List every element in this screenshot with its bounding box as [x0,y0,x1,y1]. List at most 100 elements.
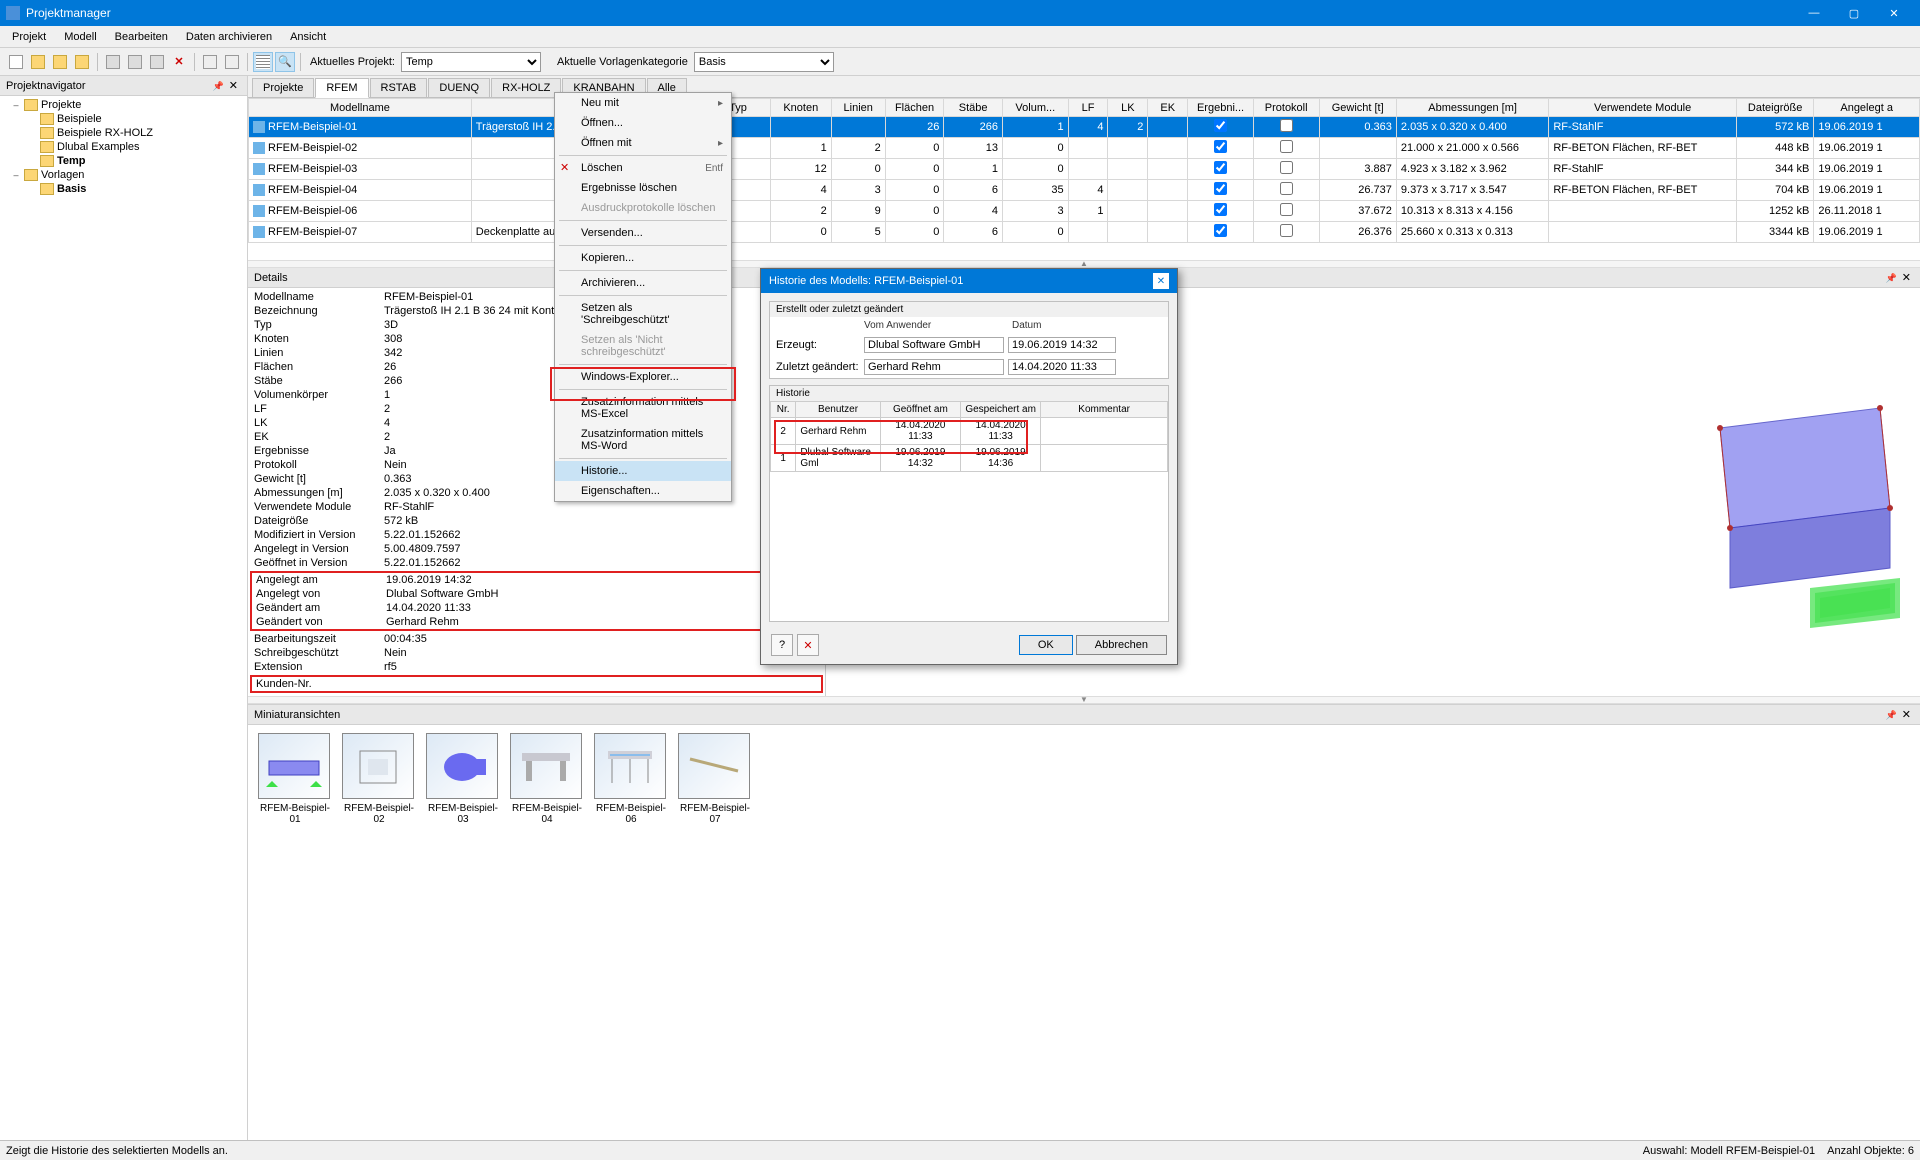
pin-icon[interactable]: 📌 [1884,273,1899,283]
menu-item[interactable]: Öffnen mit▸ [555,133,731,153]
modified-user-field [864,359,1004,375]
thumbnail[interactable]: RFEM-Beispiel-03 [426,733,500,825]
open-folder-button[interactable] [28,52,48,72]
project-tree[interactable]: –ProjekteBeispieleBeispiele RX-HOLZDluba… [0,96,247,1140]
thumbnail[interactable]: RFEM-Beispiel-06 [594,733,668,825]
menu-item[interactable]: Kopieren... [555,248,731,268]
tab-rfem[interactable]: RFEM [315,78,368,98]
new-button[interactable] [6,52,26,72]
close-button[interactable]: ✕ [1874,0,1914,26]
menu-item[interactable]: Zusatzinformation mittels MS-Word [555,424,731,456]
grid-header[interactable]: Gewicht [t] [1319,99,1396,117]
maximize-button[interactable]: ▢ [1834,0,1874,26]
menu-item[interactable]: Archivieren... [555,273,731,293]
menu-item[interactable]: Windows-Explorer... [555,367,731,387]
tree-node[interactable]: Basis [4,182,243,196]
grid-header[interactable]: Protokoll [1253,99,1319,117]
context-menu[interactable]: Neu mit▸Öffnen...Öffnen mit▸ ✕LöschenEntf… [554,92,732,502]
thumbnail[interactable]: RFEM-Beispiel-07 [678,733,752,825]
grid-header[interactable]: Verwendete Module [1549,99,1737,117]
preview-close-icon[interactable]: ✕ [1899,272,1914,284]
grid-header[interactable]: Linien [831,99,885,117]
tab-rstab[interactable]: RSTAB [370,78,428,97]
grid-header[interactable]: Volum... [1002,99,1068,117]
table-row[interactable]: RFEM-Beispiel-01Trägerstoß IH 2.1 B 36 2… [249,117,1920,138]
paste-button[interactable] [125,52,145,72]
minimize-button[interactable]: — [1794,0,1834,26]
grid-header[interactable]: Dateigröße [1736,99,1813,117]
menu-item[interactable]: Versenden... [555,223,731,243]
dialog-close-icon[interactable]: ✕ [1153,273,1169,289]
tree-node[interactable]: –Vorlagen [4,168,243,182]
table-row[interactable]: RFEM-Beispiel-04430635426.7379.373 x 3.7… [249,180,1920,201]
collapse-handle-top[interactable]: ▲ [248,260,1920,268]
grid-header[interactable]: Knoten [770,99,831,117]
menu-item[interactable]: Ergebnisse löschen [555,178,731,198]
menu-bearbeiten[interactable]: Bearbeiten [107,29,176,45]
preview-3d-view[interactable] [1690,388,1910,676]
tree-node[interactable]: Beispiele RX-HOLZ [4,126,243,140]
menu-projekt[interactable]: Projekt [4,29,54,45]
tree-node[interactable]: Temp [4,154,243,168]
menu-item[interactable]: Setzen als 'Schreibgeschützt' [555,298,731,330]
menu-item: Ausdruckprotokolle löschen [555,198,731,218]
table-row[interactable]: RFEM-Beispiel-0629043137.67210.313 x 8.3… [249,201,1920,222]
help-button[interactable]: ? [771,634,793,656]
grid-header[interactable]: Stäbe [944,99,1003,117]
pin-icon[interactable]: 📌 [211,81,226,91]
thumbnail[interactable]: RFEM-Beispiel-01 [258,733,332,825]
tree-node[interactable]: –Projekte [4,98,243,112]
grid-header[interactable]: LF [1068,99,1108,117]
current-project-select[interactable]: Temp [401,52,541,72]
template-category-select[interactable]: Basis [694,52,834,72]
collapse-handle-mid[interactable]: ▼ [248,696,1920,704]
thumbnail[interactable]: RFEM-Beispiel-04 [510,733,584,825]
grid-header[interactable]: EK [1148,99,1188,117]
thumbnail[interactable]: RFEM-Beispiel-02 [342,733,416,825]
thumbs-close-icon[interactable]: ✕ [1899,709,1914,721]
cancel-button[interactable]: Abbrechen [1076,635,1167,655]
grid-header[interactable]: Modellname [249,99,472,117]
grid-header[interactable]: Angelegt a [1814,99,1920,117]
history-table[interactable]: Nr.BenutzerGeöffnet amGespeichert amKomm… [770,401,1168,472]
folder2-button[interactable] [50,52,70,72]
menu-item[interactable]: Eigenschaften... [555,481,731,501]
view-search-button[interactable]: 🔍 [275,52,295,72]
dialog-titlebar[interactable]: Historie des Modells: RFEM-Beispiel-01 ✕ [761,269,1177,293]
tab-projekte[interactable]: Projekte [252,78,314,97]
history-row[interactable]: 1Dlubal Software Gml19.06.2019 14:3219.0… [771,445,1168,472]
ok-button[interactable]: OK [1019,635,1073,655]
thumbnails-title: Miniaturansichten [254,709,340,721]
copy-button[interactable] [103,52,123,72]
menu-item[interactable]: ✕LöschenEntf [555,158,731,178]
history-row[interactable]: 2Gerhard Rehm14.04.2020 11:3314.04.2020 … [771,418,1168,445]
menu-item[interactable]: Zusatzinformation mittels MS-Excel [555,392,731,424]
delete-button[interactable]: ✕ [169,52,189,72]
delete-history-button[interactable]: ✕ [797,634,819,656]
menu-ansicht[interactable]: Ansicht [282,29,334,45]
grid-header[interactable]: Abmessungen [m] [1396,99,1548,117]
menu-item[interactable]: Öffnen... [555,113,731,133]
folder3-button[interactable] [72,52,92,72]
copy2-button[interactable] [200,52,220,72]
table-row[interactable]: RFEM-Beispiel-07Deckenplatte auf Stützen… [249,222,1920,243]
view-list-button[interactable] [253,52,273,72]
tab-duenq[interactable]: DUENQ [428,78,490,97]
model-grid[interactable]: ModellnameBezeichnungTypKnotenLinienFläc… [248,98,1920,260]
tree-node[interactable]: Dlubal Examples [4,140,243,154]
menu-modell[interactable]: Modell [56,29,104,45]
grid-header[interactable]: LK [1108,99,1148,117]
table-row[interactable]: RFEM-Beispiel-031200103.8874.923 x 3.182… [249,159,1920,180]
grid-header[interactable]: Ergebni... [1188,99,1254,117]
tab-rx-holz[interactable]: RX-HOLZ [491,78,561,97]
pin-icon[interactable]: 📌 [1884,710,1899,720]
navigator-close-icon[interactable]: ✕ [226,80,241,92]
cut-button[interactable] [147,52,167,72]
menu-item[interactable]: Historie... [555,461,731,481]
table-row[interactable]: RFEM-Beispiel-0212013021.000 x 21.000 x … [249,138,1920,159]
grid-header[interactable]: Flächen [885,99,944,117]
tree-node[interactable]: Beispiele [4,112,243,126]
menu-daten archivieren[interactable]: Daten archivieren [178,29,280,45]
menu-item[interactable]: Neu mit▸ [555,93,731,113]
props-button[interactable] [222,52,242,72]
